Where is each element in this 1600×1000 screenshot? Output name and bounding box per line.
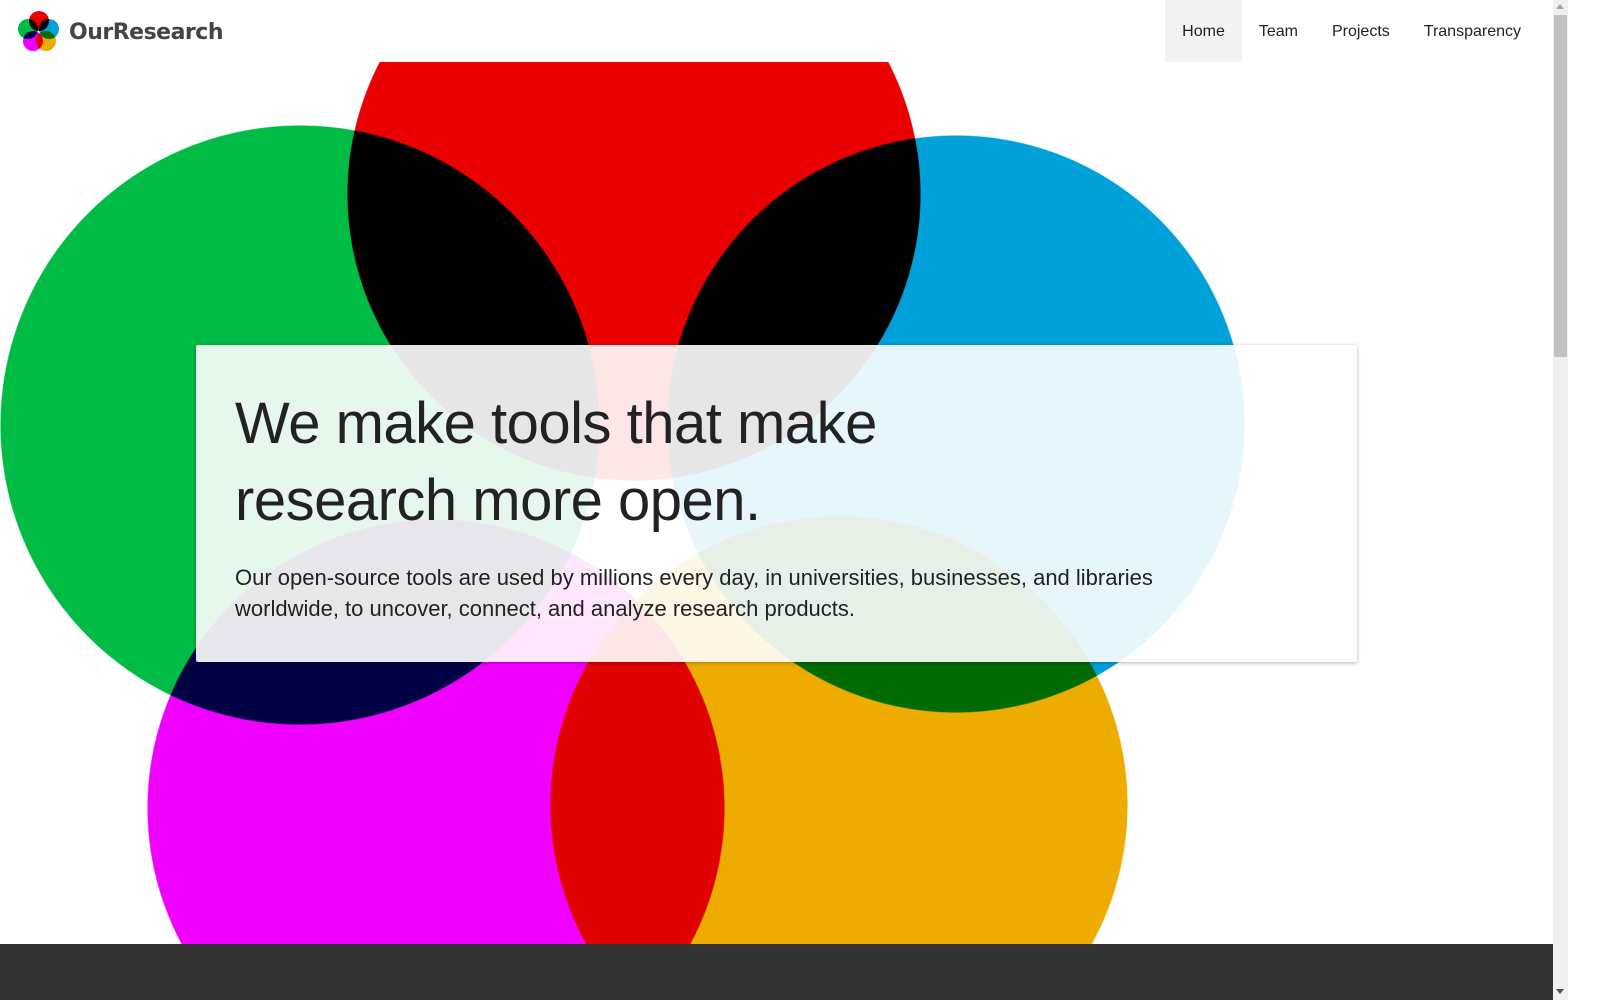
brand-name: OurResearch [69,19,224,45]
hero-subtext: Our open-source tools are used by millio… [235,565,1153,621]
scroll-down-icon[interactable] [1556,989,1564,994]
page: OurResearch Home Team Projects Transpare… [0,0,1553,1000]
main-nav: Home Team Projects Transparency [1165,0,1538,62]
hero-card: We make tools that make research more op… [196,345,1357,662]
scrollbar-thumb[interactable] [1554,15,1567,357]
nav-transparency[interactable]: Transparency [1407,0,1538,62]
window-edge [1568,0,1600,1000]
vertical-scrollbar[interactable] [1553,0,1568,1000]
site-header: OurResearch Home Team Projects Transpare… [0,0,1553,62]
logo[interactable]: OurResearch [18,11,224,53]
nav-home[interactable]: Home [1165,0,1242,62]
nav-projects[interactable]: Projects [1315,0,1407,62]
footer [0,944,1553,1000]
nav-team[interactable]: Team [1242,0,1315,62]
logo-icon [18,11,60,53]
hero-headline: We make tools that make research more op… [235,391,877,533]
scroll-up-icon[interactable] [1556,4,1564,9]
